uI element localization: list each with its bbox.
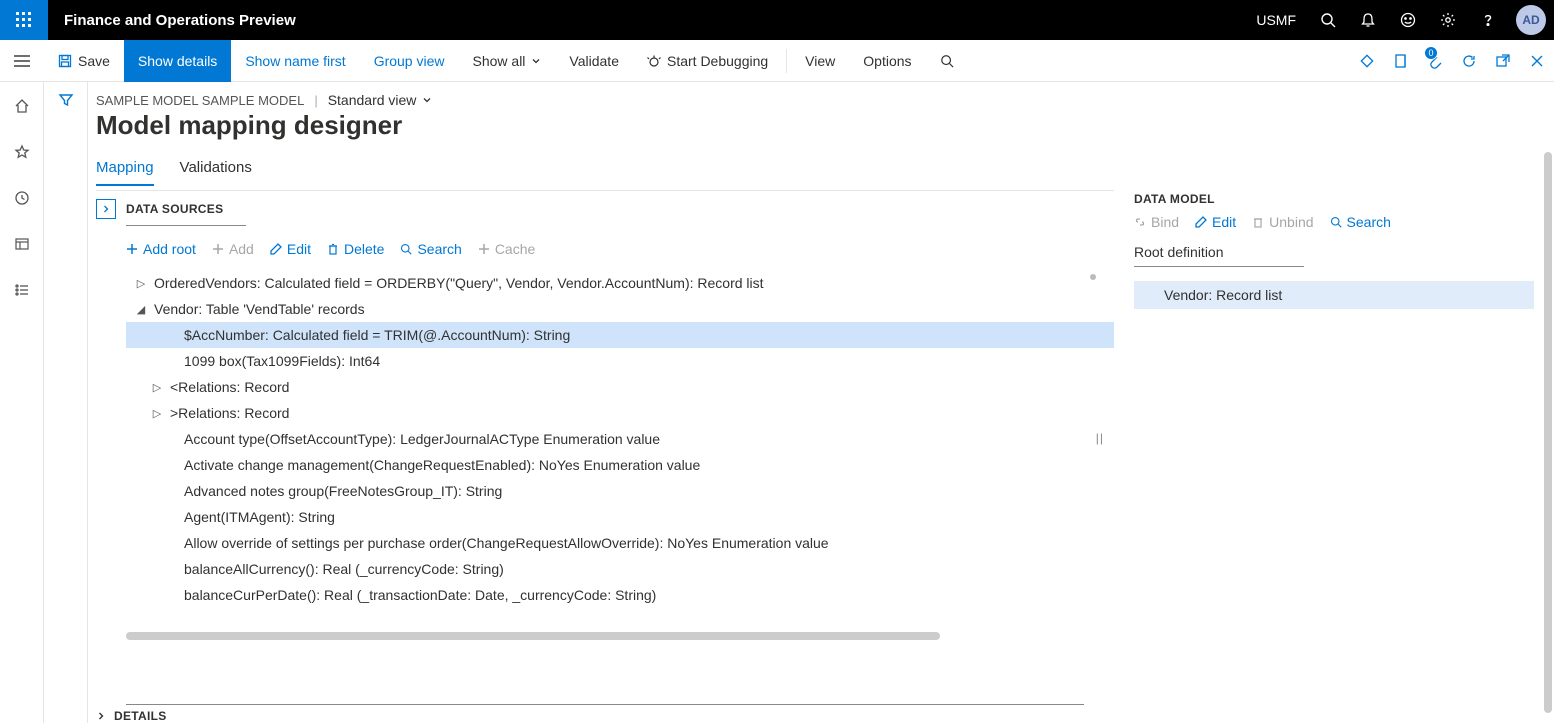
edit-button[interactable]: Edit [270, 241, 311, 257]
app-launcher[interactable] [0, 0, 48, 40]
tree-row[interactable]: balanceCurPerDate(): Real (_transactionD… [126, 582, 1114, 608]
unbind-button: Unbind [1252, 214, 1313, 230]
tree-label: Account type(OffsetAccountType): LedgerJ… [184, 431, 660, 447]
search-button[interactable]: Search [400, 241, 461, 257]
tree-label: balanceCurPerDate(): Real (_transactionD… [184, 587, 656, 603]
attachment-icon[interactable]: 0 [1418, 40, 1452, 82]
save-button[interactable]: Save [44, 40, 124, 82]
tree-indicator-dot [1090, 274, 1096, 280]
workspace-icon[interactable] [0, 230, 44, 258]
tree-label: Vendor: Table 'VendTable' records [154, 301, 365, 317]
attachment-badge: 0 [1424, 46, 1438, 60]
details-toggle[interactable]: DETAILS [96, 709, 1114, 723]
hamburger-icon[interactable] [0, 40, 44, 82]
tree-row[interactable]: ▷ OrderedVendors: Calculated field = ORDE… [126, 270, 1114, 296]
datamodel-row[interactable]: Vendor: Record list [1134, 281, 1534, 309]
tree-row[interactable]: balanceAllCurrency(): Real (_currencyCod… [126, 556, 1114, 582]
view-button[interactable]: View [791, 40, 849, 82]
dm-search-button[interactable]: Search [1330, 214, 1391, 230]
tree-row[interactable]: ▷ <Relations: Record [126, 374, 1114, 400]
tree-row[interactable]: Activate change management(ChangeRequest… [126, 452, 1114, 478]
options-button[interactable]: Options [849, 40, 925, 82]
tree-row[interactable]: Account type(OffsetAccountType): LedgerJ… [126, 426, 1114, 452]
notebook-icon[interactable] [1384, 40, 1418, 82]
vertical-scrollbar[interactable] [1544, 152, 1552, 713]
tree-row[interactable]: ▷ >Relations: Record [126, 400, 1114, 426]
datasources-tree[interactable]: ▷ OrderedVendors: Calculated field = ORDE… [96, 266, 1114, 608]
tree-label: Activate change management(ChangeRequest… [184, 457, 700, 473]
avatar[interactable]: AD [1516, 5, 1546, 35]
horizontal-scrollbar[interactable] [126, 632, 940, 640]
tree-label: <Relations: Record [170, 379, 289, 395]
commandbar-search-icon[interactable] [926, 40, 968, 82]
tree-toggle[interactable]: ▷ [150, 407, 164, 420]
tree-label: Agent(ITMAgent): String [184, 509, 335, 525]
bell-icon[interactable] [1348, 0, 1388, 40]
datasources-heading: DATA SOURCES [126, 202, 223, 216]
list-icon[interactable] [0, 276, 44, 304]
diamond-icon[interactable] [1350, 40, 1384, 82]
expand-panel-button[interactable] [96, 199, 116, 219]
smiley-icon[interactable] [1388, 0, 1428, 40]
clock-icon[interactable] [0, 184, 44, 212]
tree-row[interactable]: ◢ Vendor: Table 'VendTable' records [126, 296, 1114, 322]
add-button: Add [212, 241, 254, 257]
tree-row[interactable]: Agent(ITMAgent): String [126, 504, 1114, 530]
search-icon[interactable] [1308, 0, 1348, 40]
dm-edit-button[interactable]: Edit [1195, 214, 1236, 230]
popout-icon[interactable] [1486, 40, 1520, 82]
tree-label: 1099 box(Tax1099Fields): Int64 [184, 353, 380, 369]
breadcrumb: SAMPLE MODEL SAMPLE MODEL [96, 93, 304, 108]
tree-label: OrderedVendors: Calculated field = ORDER… [154, 275, 764, 291]
show-details-button[interactable]: Show details [124, 40, 231, 82]
group-view-button[interactable]: Group view [360, 40, 459, 82]
root-definition-label: Root definition [1134, 244, 1534, 260]
tree-row[interactable]: Allow override of settings per purchase … [126, 530, 1114, 556]
save-label: Save [78, 53, 110, 69]
datamodel-heading: DATA MODEL [1134, 192, 1534, 206]
star-icon[interactable] [0, 138, 44, 166]
start-debugging-button[interactable]: Start Debugging [633, 40, 782, 82]
tab-validations[interactable]: Validations [180, 155, 252, 186]
tree-label: Advanced notes group(FreeNotesGroup_IT):… [184, 483, 502, 499]
delete-button[interactable]: Delete [327, 241, 384, 257]
tree-toggle[interactable]: ▷ [150, 381, 164, 394]
tree-row[interactable]: 1099 box(Tax1099Fields): Int64 [126, 348, 1114, 374]
tree-label: Allow override of settings per purchase … [184, 535, 829, 551]
view-selector[interactable]: Standard view [328, 92, 433, 108]
add-root-button[interactable]: Add root [126, 241, 196, 257]
tree-label: $AccNumber: Calculated field = TRIM(@.Ac… [184, 327, 570, 343]
show-name-first-button[interactable]: Show name first [231, 40, 359, 82]
tree-toggle[interactable]: ◢ [134, 303, 148, 316]
tree-toggle[interactable]: ▷ [134, 277, 148, 290]
app-title: Finance and Operations Preview [48, 12, 312, 29]
splitter-handle[interactable]: || [1096, 431, 1104, 445]
show-all-dropdown[interactable]: Show all [459, 40, 556, 82]
bind-button: Bind [1134, 214, 1179, 230]
page-title: Model mapping designer [96, 110, 1534, 141]
details-label: DETAILS [114, 709, 167, 723]
company-label[interactable]: USMF [1244, 12, 1308, 28]
gear-icon[interactable] [1428, 0, 1468, 40]
validate-button[interactable]: Validate [555, 40, 633, 82]
refresh-icon[interactable] [1452, 40, 1486, 82]
tab-mapping[interactable]: Mapping [96, 155, 154, 186]
filter-icon[interactable] [58, 92, 74, 723]
close-icon[interactable] [1520, 40, 1554, 82]
tree-row[interactable]: Advanced notes group(FreeNotesGroup_IT):… [126, 478, 1114, 504]
tree-label: balanceAllCurrency(): Real (_currencyCod… [184, 561, 504, 577]
help-icon[interactable] [1468, 0, 1508, 40]
cache-button: Cache [478, 241, 535, 257]
tree-row[interactable]: $AccNumber: Calculated field = TRIM(@.Ac… [126, 322, 1114, 348]
home-icon[interactable] [0, 92, 44, 120]
tree-label: >Relations: Record [170, 405, 289, 421]
